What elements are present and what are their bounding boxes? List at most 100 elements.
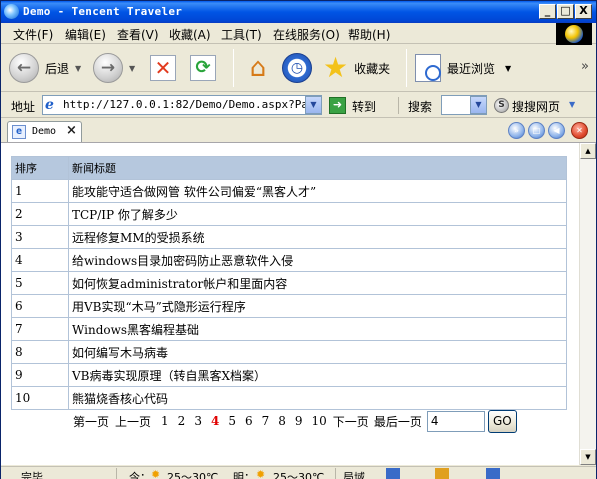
title-cell: 用VB实现“木马”式隐形运行程序 <box>68 294 567 318</box>
tab-back-icon[interactable]: ◀ <box>548 122 565 139</box>
status-bar: 完毕 今： ✹ 25～30℃ 明： ✹ 25～30℃ 局域 <box>1 466 596 479</box>
favorites-label: 收藏夹 <box>354 61 391 76</box>
rank-cell: 2 <box>11 202 69 226</box>
scroll-down-arrow-icon[interactable]: ▼ <box>580 449 596 465</box>
close-all-tabs-icon[interactable]: ✕ <box>571 122 588 139</box>
chevron-down-icon[interactable]: ▼ <box>569 100 575 109</box>
search-engine-icon: S <box>494 98 509 113</box>
rank-cell: 10 <box>11 386 69 410</box>
pager-first-link[interactable]: 第一页 <box>73 413 109 430</box>
go-arrow-icon[interactable]: ➜ <box>329 97 346 114</box>
pager-prev-link[interactable]: 上一页 <box>115 413 151 430</box>
table-row: 7 Windows黑客编程基础 <box>11 317 567 341</box>
new-tab-icon[interactable]: □ <box>528 122 545 139</box>
page-icon: e <box>12 125 26 139</box>
table-row: 9 VB病毒实现原理（转自黑客X档案） <box>11 363 567 387</box>
weather-tomorrow-label: 明： <box>233 471 255 479</box>
address-dropdown-button[interactable]: ▼ <box>305 96 322 114</box>
sun-icon: ✹ <box>256 468 266 479</box>
rank-cell: 9 <box>11 363 69 387</box>
address-input[interactable]: e http://127.0.0.1:82/Demo/Demo.aspx?Pag… <box>42 95 322 115</box>
tab-list-icon[interactable]: » <box>508 122 525 139</box>
rank-cell: 6 <box>11 294 69 318</box>
home-icon: ⌂ <box>249 53 267 83</box>
pager-page-link[interactable]: 5 <box>228 414 236 428</box>
minimize-button[interactable]: _ <box>539 4 556 19</box>
home-button[interactable]: ⌂ <box>242 50 274 86</box>
pager-page-link[interactable]: 10 <box>312 414 327 428</box>
pager-page-link[interactable]: 1 <box>161 414 169 428</box>
pager-page-link[interactable]: 2 <box>178 414 186 428</box>
zone-label: 局域 <box>343 471 365 479</box>
status-text: 完毕 <box>21 471 43 479</box>
search-label: 搜索 <box>408 100 433 114</box>
network-icon <box>386 468 400 479</box>
chevron-down-icon: ▼ <box>129 63 136 73</box>
rank-cell: 4 <box>11 248 69 272</box>
table-row: 8 如何编写木马病毒 <box>11 340 567 364</box>
menu-online[interactable]: 在线服务(O) <box>273 26 340 43</box>
pager-page-link[interactable]: 6 <box>245 414 253 428</box>
menu-edit[interactable]: 编辑(E) <box>65 26 106 43</box>
tab-demo[interactable]: e Demo × <box>7 121 82 142</box>
back-button[interactable]: ← 后退 ▼ <box>9 50 81 86</box>
pencil-icon <box>435 468 449 479</box>
sun-icon: ✹ <box>151 468 161 479</box>
address-url: http://127.0.0.1:82/Demo/Demo.aspx?PageN <box>63 98 322 111</box>
forward-button[interactable]: → ▼ <box>93 50 135 86</box>
pager-page-link[interactable]: 9 <box>295 414 303 428</box>
tab-title: Demo <box>32 126 57 137</box>
toolbar-more-button[interactable]: » <box>581 59 589 74</box>
rank-cell: 7 <box>11 317 69 341</box>
close-tab-icon[interactable]: × <box>66 123 77 138</box>
page-number-input[interactable]: 4 <box>426 410 485 432</box>
column-header-title: 新闻标题 <box>68 156 567 180</box>
status-separator <box>335 468 336 479</box>
recent-label: 最近浏览 <box>447 61 496 76</box>
history-button[interactable]: ◷ <box>282 50 312 86</box>
window-title: Demo - Tencent Traveler <box>23 5 183 18</box>
pager: 第一页 上一页 1 2 3 4 5 6 7 8 9 10 下一页 最后一页 4 … <box>73 408 517 434</box>
stop-icon: ✕ <box>150 55 176 81</box>
menu-file[interactable]: 文件(F) <box>13 26 53 43</box>
toolbar-separator <box>406 49 407 87</box>
title-cell: 能攻能守适合做网管 软件公司偏爱“黑客人才” <box>68 179 567 203</box>
close-window-button[interactable]: X <box>575 4 592 19</box>
menu-tools[interactable]: 工具(T) <box>221 26 262 43</box>
chevron-down-icon: ▼ <box>505 63 512 73</box>
title-cell: Windows黑客编程基础 <box>68 317 567 341</box>
back-arrow-icon: ← <box>9 53 39 83</box>
menu-help[interactable]: 帮助(H) <box>348 26 390 43</box>
chevron-down-icon: ▼ <box>75 63 82 73</box>
refresh-button[interactable]: ⟳ <box>190 50 216 86</box>
pager-page-link[interactable]: 3 <box>194 414 202 428</box>
vertical-scrollbar[interactable]: ▲ ▼ <box>579 143 596 465</box>
scroll-up-arrow-icon[interactable]: ▲ <box>580 143 596 159</box>
back-label: 后退 <box>45 61 70 76</box>
pager-last-link[interactable]: 最后一页 <box>374 413 422 430</box>
menu-favorites[interactable]: 收藏(A) <box>169 26 211 43</box>
search-dropdown-button[interactable]: ▼ <box>470 96 487 114</box>
recent-button[interactable]: 最近浏览 ▼ <box>415 50 511 86</box>
rank-cell: 8 <box>11 340 69 364</box>
rank-cell: 1 <box>11 179 69 203</box>
pager-page-link[interactable]: 7 <box>262 414 270 428</box>
recent-history-icon <box>415 54 441 82</box>
go-button[interactable]: 转到 <box>352 98 376 115</box>
stop-button[interactable]: ✕ <box>150 50 176 86</box>
browser-window: Demo - Tencent Traveler _ □ X 文件(F) 编辑(E… <box>0 0 597 479</box>
pager-page-link[interactable]: 8 <box>278 414 286 428</box>
menu-view[interactable]: 查看(V) <box>117 26 159 43</box>
table-row: 4 给windows目录加密码防止恶意软件入侵 <box>11 248 567 272</box>
pager-current-page: 4 <box>210 414 220 428</box>
go-page-button[interactable]: GO <box>487 409 517 433</box>
addressbar-separator <box>398 97 399 114</box>
table-row: 6 用VB实现“木马”式隐形运行程序 <box>11 294 567 318</box>
pager-next-link[interactable]: 下一页 <box>333 413 369 430</box>
title-cell: 给windows目录加密码防止恶意软件入侵 <box>68 248 567 272</box>
search-web-button[interactable]: 搜搜网页 <box>512 98 560 115</box>
maximize-button[interactable]: □ <box>557 4 574 19</box>
menu-bar: 文件(F) 编辑(E) 查看(V) 收藏(A) 工具(T) 在线服务(O) 帮助… <box>1 23 596 44</box>
status-separator <box>116 468 117 479</box>
favorites-button[interactable]: ★ 收藏夹 <box>323 50 390 86</box>
